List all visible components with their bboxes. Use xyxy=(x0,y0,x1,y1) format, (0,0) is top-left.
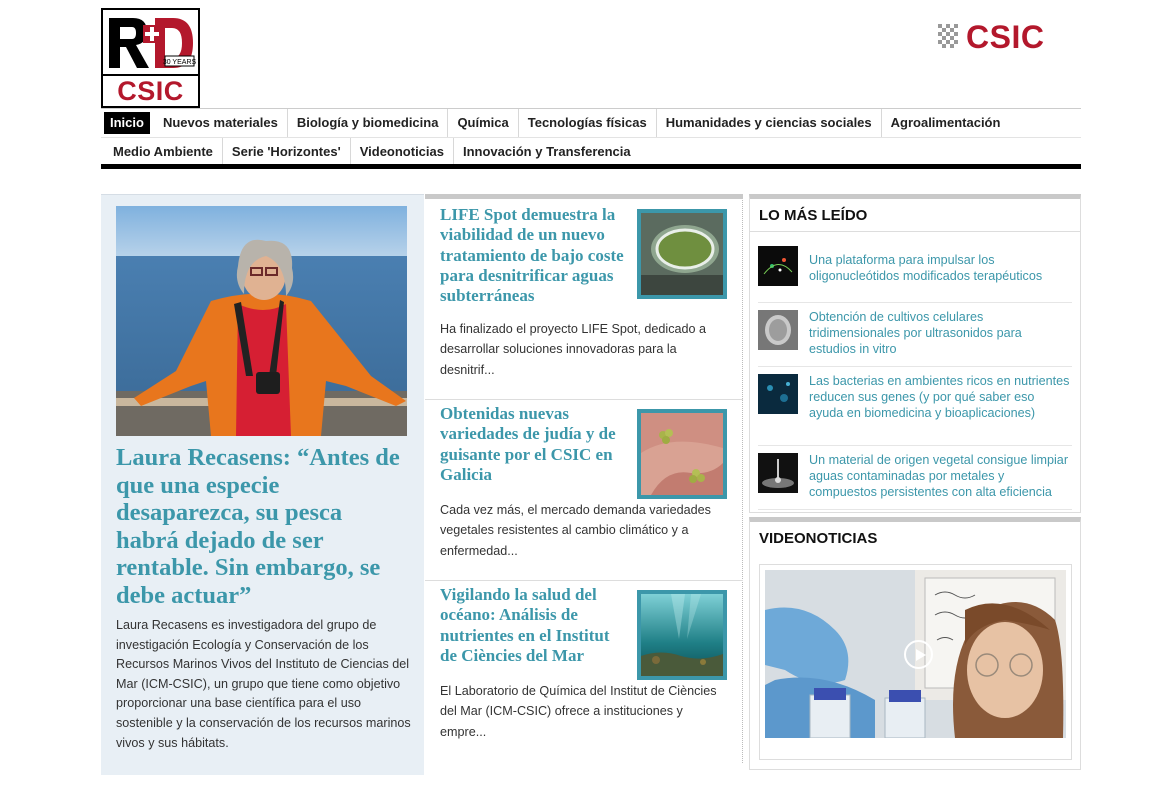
play-icon[interactable] xyxy=(904,640,933,669)
most-read-box: LO MÁS LEÍDO Una plataforma para impulsa… xyxy=(749,194,1081,513)
logo-badge-text: 30 YEARS xyxy=(163,59,197,66)
nav-item-humanidades[interactable]: Humanidades y ciencias sociales xyxy=(657,109,882,137)
csic-brand-text: CSIC xyxy=(966,18,1045,55)
most-read-link[interactable]: Las bacterias en ambientes ricos en nutr… xyxy=(809,374,1071,421)
most-read-link[interactable]: Un material de origen vegetal consigue l… xyxy=(809,453,1071,500)
nav-row-2: Medio Ambiente Serie 'Horizontes' Videon… xyxy=(101,137,1081,166)
nav-item-inicio[interactable]: Inicio xyxy=(104,112,150,134)
article-title-judia[interactable]: Obtenidas nuevas variedades de judía y d… xyxy=(440,404,630,485)
most-read-thumb xyxy=(758,453,798,493)
most-read-thumb xyxy=(758,246,798,286)
logo-csic-text: CSIC xyxy=(117,76,184,106)
video-thumbnail[interactable] xyxy=(765,570,1066,738)
article-desc-life-spot: Ha finalizado el proyecto LIFE Spot, ded… xyxy=(440,322,707,377)
news-column: LIFE Spot demuestra la viabilidad de un … xyxy=(425,194,743,763)
rd-logo-mark: 30 YEARS xyxy=(103,10,198,74)
nav-item-medio-ambiente[interactable]: Medio Ambiente xyxy=(104,137,223,166)
featured-article: Laura Recasens: “Antes de que una especi… xyxy=(101,194,424,775)
main-navigation: Inicio Nuevos materiales Biología y biom… xyxy=(101,108,1081,166)
nav-item-innovacion[interactable]: Innovación y Transferencia xyxy=(454,138,640,166)
most-read-link[interactable]: Una plataforma para impulsar los oligonu… xyxy=(809,253,1071,285)
article-title-life-spot[interactable]: LIFE Spot demuestra la viabilidad de un … xyxy=(440,205,630,306)
nav-row-1: Inicio Nuevos materiales Biología y biom… xyxy=(101,109,1081,137)
featured-title[interactable]: Laura Recasens: “Antes de que una especi… xyxy=(116,444,406,609)
rd-csic-logo[interactable]: 30 YEARS CSIC xyxy=(101,8,200,108)
most-read-item[interactable]: Una plataforma para impulsar los oligonu… xyxy=(758,246,1072,303)
most-read-title: LO MÁS LEÍDO xyxy=(750,199,1080,232)
featured-image[interactable] xyxy=(116,206,407,436)
article-title-oceano[interactable]: Vigilando la salud del océano: Análisis … xyxy=(440,585,630,666)
nav-item-nuevos-materiales[interactable]: Nuevos materiales xyxy=(154,109,288,137)
nav-item-quimica[interactable]: Química xyxy=(448,109,519,137)
article-thumb-judia[interactable] xyxy=(637,409,727,499)
article-thumb-oceano[interactable] xyxy=(637,590,727,680)
csic-emblem-icon xyxy=(938,24,958,48)
nav-item-biologia-biomedicina[interactable]: Biología y biomedicina xyxy=(288,109,449,137)
most-read-link[interactable]: Obtención de cultivos celulares tridimen… xyxy=(809,310,1071,357)
most-read-item[interactable]: Las bacterias en ambientes ricos en nutr… xyxy=(758,367,1072,446)
nav-item-serie-horizontes[interactable]: Serie 'Horizontes' xyxy=(223,137,351,166)
most-read-thumb xyxy=(758,310,798,350)
nav-item-tecnologias-fisicas[interactable]: Tecnologías físicas xyxy=(519,109,657,137)
most-read-item[interactable]: Un material de origen vegetal consigue l… xyxy=(758,446,1072,510)
article-desc-oceano: El Laboratorio de Química del Institut d… xyxy=(440,684,717,739)
video-player[interactable] xyxy=(759,564,1072,760)
nav-bottom-bar xyxy=(101,164,1081,169)
videonoticias-title: VIDEONOTICIAS xyxy=(759,530,878,547)
article-desc-judia: Cada vez más, el mercado demanda varieda… xyxy=(440,503,711,558)
column-top-bar xyxy=(425,194,743,199)
article-separator xyxy=(425,580,743,581)
nav-item-videonoticias[interactable]: Videonoticias xyxy=(351,137,454,166)
article-separator xyxy=(425,399,743,400)
nav-item-agroalimentacion[interactable]: Agroalimentación xyxy=(882,109,1010,137)
most-read-thumb xyxy=(758,374,798,414)
featured-description: Laura Recasens es investigadora del grup… xyxy=(116,618,411,750)
article-thumb-life-spot[interactable] xyxy=(637,209,727,299)
most-read-item[interactable]: Obtención de cultivos celulares tridimen… xyxy=(758,303,1072,367)
videonoticias-box: VIDEONOTICIAS xyxy=(749,517,1081,770)
csic-brand-logo[interactable]: CSIC xyxy=(936,18,1081,55)
